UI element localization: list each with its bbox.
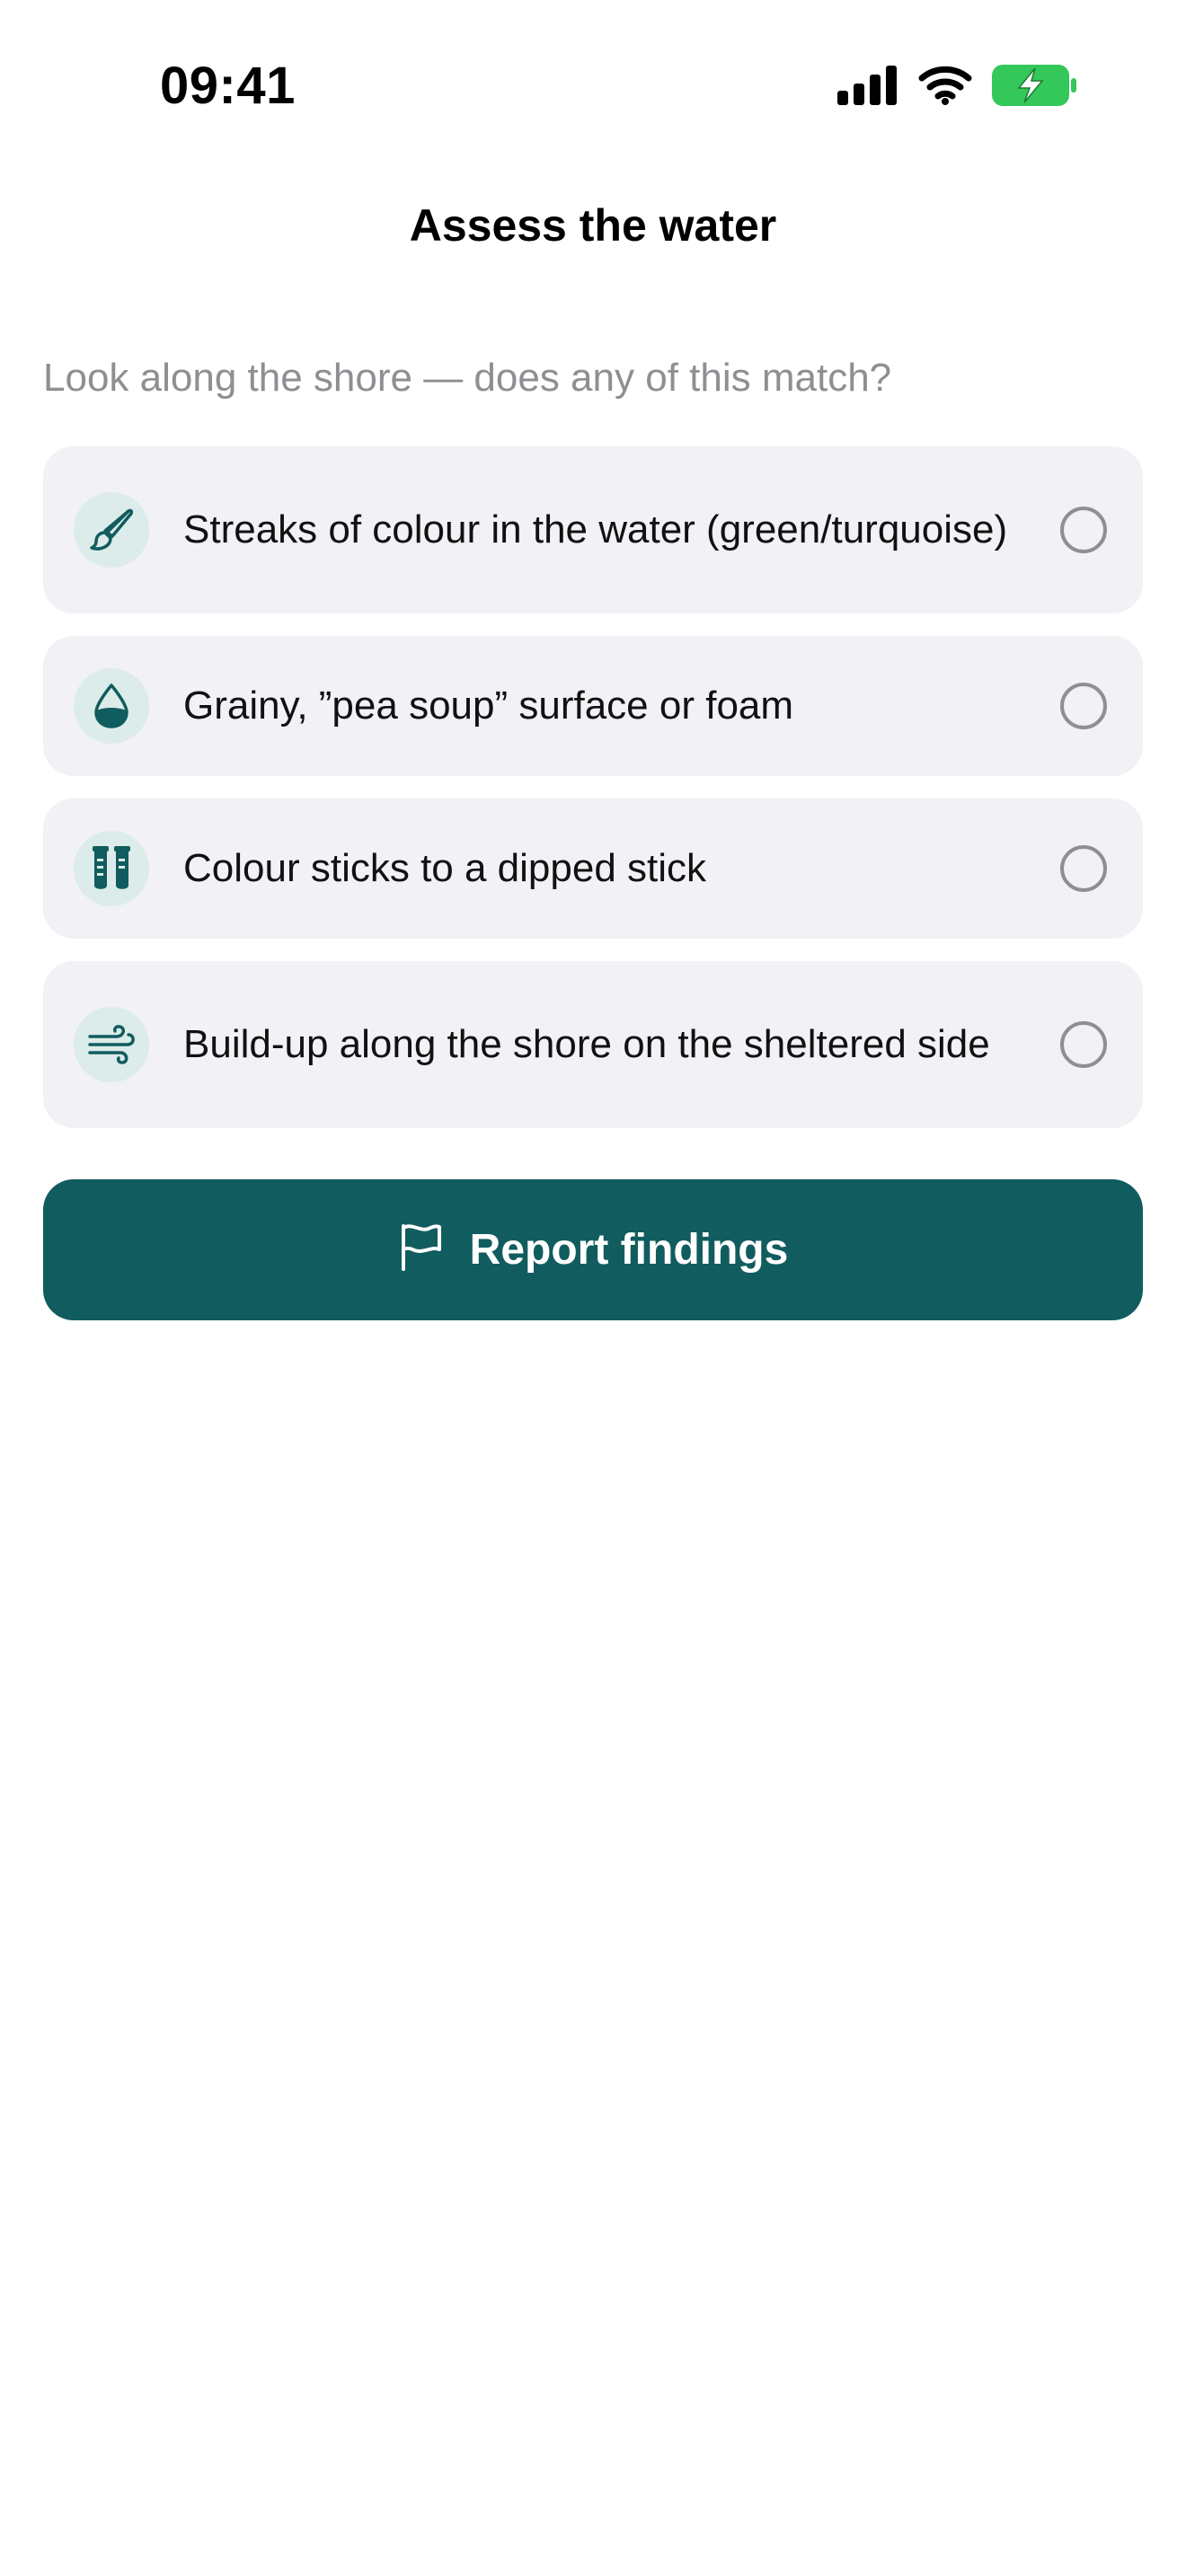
options-list: Streaks of colour in the water (green/tu… — [43, 446, 1143, 1128]
option-shore-build-up[interactable]: Build-up along the shore on the sheltere… — [43, 961, 1143, 1128]
prompt-text: Look along the shore — does any of this … — [43, 356, 892, 400]
paintbrush-icon — [74, 492, 149, 568]
cellular-signal-icon — [837, 66, 898, 105]
option-colour-sticks[interactable]: Colour sticks to a dipped stick — [43, 798, 1143, 939]
radio-button[interactable] — [1060, 507, 1107, 553]
battery-charging-icon — [992, 65, 1076, 106]
flag-icon — [398, 1222, 445, 1277]
report-button-label: Report findings — [469, 1226, 789, 1274]
status-icons — [837, 65, 1076, 106]
option-label: Colour sticks to a dipped stick — [183, 846, 707, 890]
radio-button[interactable] — [1060, 845, 1107, 892]
radio-button[interactable] — [1060, 1021, 1107, 1068]
page-title: Assess the water — [409, 200, 777, 251]
option-label: Build-up along the shore on the sheltere… — [183, 1022, 990, 1066]
option-pea-soup-surface[interactable]: Grainy, ”pea soup” surface or foam — [43, 636, 1143, 776]
option-label: Grainy, ”pea soup” surface or foam — [183, 684, 794, 728]
water-drop-icon — [74, 668, 149, 744]
option-label: Streaks of colour in the water (green/tu… — [183, 507, 1008, 551]
status-time: 09:41 — [160, 57, 296, 115]
status-bar: 09:41 — [0, 0, 1186, 171]
test-tubes-icon — [74, 831, 149, 906]
wind-icon — [74, 1007, 149, 1082]
wifi-icon — [918, 66, 972, 105]
report-findings-button[interactable]: Report findings — [43, 1179, 1143, 1320]
radio-button[interactable] — [1060, 683, 1107, 729]
option-streaks-of-colour[interactable]: Streaks of colour in the water (green/tu… — [43, 446, 1143, 613]
